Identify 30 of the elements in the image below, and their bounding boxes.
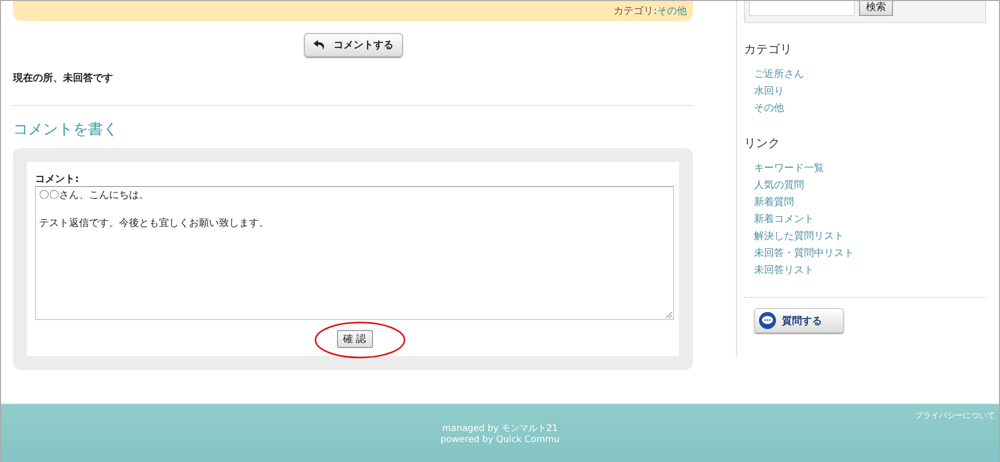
sidebar-link[interactable]: 新着コメント (754, 211, 814, 228)
reply-icon (312, 39, 326, 51)
confirm-button[interactable]: 確 認 (336, 330, 372, 348)
comment-field[interactable]: 〇〇さん、こんにちは。 テスト返信です。今後とも宜しくお願い致します。 (35, 186, 674, 320)
sidebar-link[interactable]: その他 (754, 100, 784, 117)
ask-question-button[interactable]: 質問する (754, 308, 844, 333)
category-label: カテゴリ: (614, 5, 657, 18)
sidebar-link[interactable]: 水回り (754, 83, 784, 100)
sidebar-link[interactable]: 人気の質問 (754, 177, 804, 194)
field-label: コメント: (35, 173, 80, 186)
search-button[interactable]: 検索 (859, 1, 893, 16)
sidebar-link[interactable]: 未回答・質問中リスト (754, 245, 854, 262)
sidebar-link[interactable]: ご近所さん (754, 66, 804, 83)
powered-by-text: powered by Quick Commu (440, 435, 560, 446)
managed-by-text: managed by モンマルト21 (442, 424, 558, 435)
sidebar-link[interactable]: キーワード一覧 (754, 160, 824, 177)
search-field[interactable] (749, 1, 855, 16)
status-text: 現在の所、未回答です (13, 72, 114, 85)
sidebar-heading: リンク (744, 135, 781, 152)
section-heading: コメントを書く (13, 120, 119, 139)
comment-button[interactable]: コメントする (304, 33, 402, 57)
speech-bubble-icon (759, 312, 776, 329)
comment-text: テスト返信です。今後とも宜しくお願い致します。 (39, 217, 269, 231)
sidebar-link[interactable]: 新着質問 (754, 194, 794, 211)
sidebar-link[interactable]: 未回答リスト (754, 262, 814, 279)
sidebar-link[interactable]: 解決した質問リスト (754, 228, 844, 245)
sidebar-heading: カテゴリ (744, 41, 793, 58)
comment-text: 〇〇さん、こんにちは。 (39, 189, 149, 203)
category-link[interactable]: その他 (657, 4, 687, 18)
resize-grip-icon (666, 312, 672, 318)
